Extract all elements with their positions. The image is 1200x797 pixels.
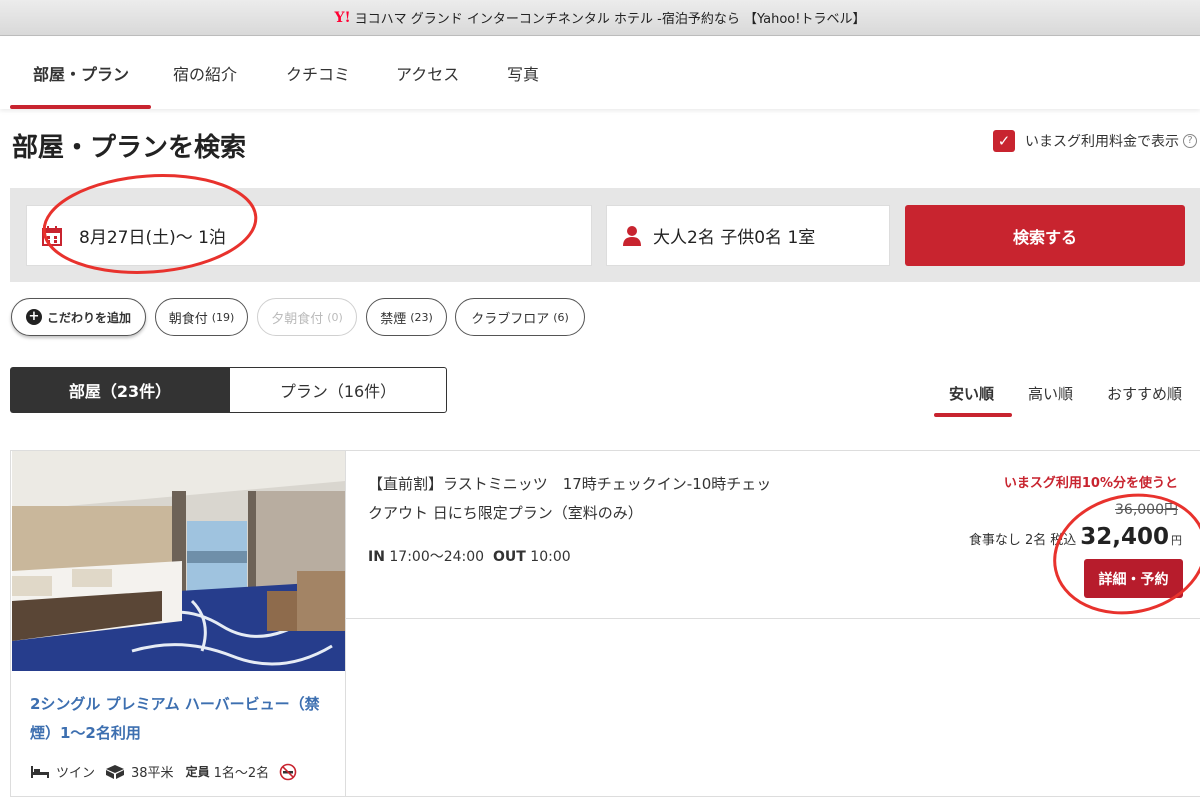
window-title-bar: Y! ヨコハマ グランド インターコンチネンタル ホテル -宿泊予約なら 【Ya… — [0, 0, 1200, 36]
date-value: 8月27日(土)〜 1泊 — [79, 228, 226, 248]
capacity-value: 1名〜2名 — [213, 766, 270, 781]
card-divider-horizontal — [346, 618, 1200, 619]
tab-access[interactable]: アクセス — [396, 61, 459, 85]
add-filter-button[interactable]: + こだわりを追加 — [11, 298, 146, 336]
calendar-icon — [42, 225, 62, 246]
room-photo-image — [12, 451, 345, 671]
rooms-view-button[interactable]: 部屋（23件） — [10, 367, 230, 413]
checkout-time: 10:00 — [530, 549, 571, 565]
tab-rooms-plans[interactable]: 部屋・プラン — [33, 61, 129, 85]
plans-view-button[interactable]: プラン（16件） — [229, 367, 447, 413]
room-info: ツイン 38平米 定員 1名〜2名 — [30, 762, 297, 781]
chip-count: (23) — [410, 310, 433, 324]
help-icon[interactable]: ? — [1183, 134, 1197, 148]
chip-label: 禁煙 — [380, 311, 407, 327]
currency: 円 — [1171, 534, 1182, 547]
tab-hotel-info[interactable]: 宿の紹介 — [173, 61, 237, 85]
capacity-label: 定員 — [185, 765, 210, 779]
yahoo-logo-icon: Y! — [334, 9, 351, 26]
checkin-checkout-times: IN 17:00〜24:00 OUT 10:00 — [368, 546, 571, 566]
filter-chip-dinner-breakfast: 夕朝食付 (0) — [257, 298, 357, 336]
guest-field[interactable]: 大人2名 子供0名 1室 — [606, 205, 890, 266]
chip-count: (19) — [211, 310, 235, 324]
chip-count: (0) — [327, 310, 343, 324]
price-row: 食事なし 2名 税込 32,400 円 — [969, 524, 1182, 550]
room-name-link[interactable]: 2シングル プレミアム ハーバービュー（禁煙）1〜2名利用 — [30, 690, 330, 748]
sort-recommended[interactable]: おすすめ順 — [1107, 383, 1182, 404]
chip-label: 朝食付 — [168, 311, 208, 327]
filter-chip-nonsmoking[interactable]: 禁煙 (23) — [366, 298, 447, 336]
window-title: ヨコハマ グランド インターコンチネンタル ホテル -宿泊予約なら 【Yahoo… — [354, 12, 866, 27]
chip-label: 夕朝食付 — [271, 311, 324, 327]
card-divider-vertical — [345, 451, 346, 797]
no-smoking-icon — [279, 763, 297, 780]
hotel-nav-tabs: 部屋・プラン 宿の紹介 クチコミ アクセス 写真 — [0, 37, 1200, 109]
checkout-label: OUT — [493, 549, 526, 565]
sort-expensive[interactable]: 高い順 — [1028, 383, 1073, 404]
guests-value: 大人2名 子供0名 1室 — [653, 228, 816, 248]
details-book-button[interactable]: 詳細・予約 — [1084, 559, 1183, 598]
tab-reviews[interactable]: クチコミ — [286, 61, 350, 85]
filter-chip-breakfast[interactable]: 朝食付 (19) — [155, 298, 248, 336]
page-title: 部屋・プランを検索 — [12, 133, 247, 163]
tax-label: 税込 — [1050, 533, 1077, 548]
person-icon — [623, 225, 641, 246]
now-price-label: いまスグ利用料金で表示 — [1025, 134, 1179, 150]
checkbox-checked-icon[interactable]: ✓ — [993, 130, 1015, 152]
now-price-toggle[interactable]: ✓ いまスグ利用料金で表示 ? — [993, 130, 1197, 152]
chip-count: (6) — [553, 310, 569, 324]
guest-count: 2名 — [1024, 533, 1047, 548]
chip-label: クラブフロア — [471, 311, 550, 327]
tab-photos[interactable]: 写真 — [507, 61, 539, 85]
add-filter-label: こだわりを追加 — [46, 310, 131, 325]
filter-chip-club-floor[interactable]: クラブフロア (6) — [455, 298, 585, 336]
price-value: 32,400 — [1080, 524, 1169, 550]
room-size-icon — [106, 764, 125, 779]
bed-type: ツイン — [56, 766, 96, 781]
discount-note: いまスグ利用10%分を使うと — [1003, 476, 1178, 491]
meal-type: 食事なし — [968, 533, 1021, 548]
room-photo[interactable] — [12, 451, 345, 671]
original-price: 36,000円 — [1115, 502, 1178, 518]
checkin-time: 17:00〜24:00 — [389, 549, 485, 565]
checkin-label: IN — [368, 549, 385, 565]
plan-name[interactable]: 【直前割】ラストミニッツ 17時チェックイン-10時チェックアウト 日にち限定プ… — [368, 470, 778, 528]
date-field[interactable]: 8月27日(土)〜 1泊 — [26, 205, 592, 266]
room-area: 38平米 — [131, 766, 174, 781]
bed-icon — [31, 765, 49, 778]
sort-cheapest[interactable]: 安い順 — [949, 383, 994, 404]
active-tab-indicator — [10, 105, 151, 109]
plus-icon: + — [25, 309, 42, 325]
active-sort-indicator — [934, 413, 1012, 417]
search-button[interactable]: 検索する — [905, 205, 1185, 266]
